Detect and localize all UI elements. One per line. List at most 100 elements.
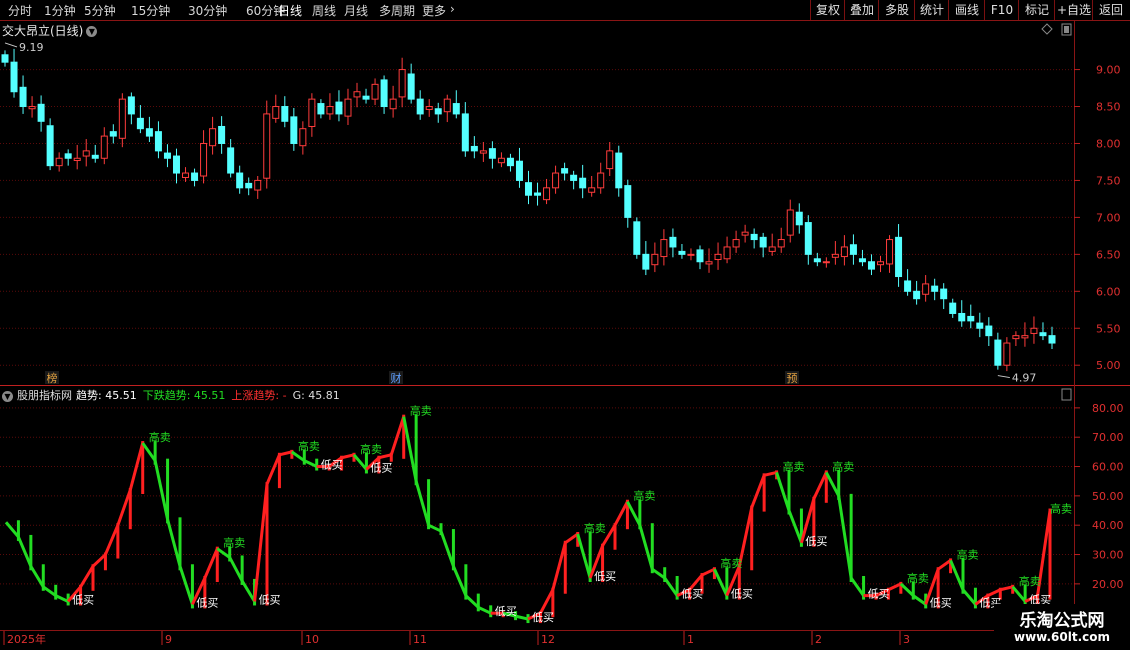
candle-body[interactable]	[858, 258, 866, 263]
candle-body[interactable]	[976, 322, 984, 329]
candle-body[interactable]	[525, 182, 532, 196]
candle-body[interactable]	[867, 261, 875, 270]
candle-body[interactable]	[344, 98, 352, 117]
candle-body[interactable]	[281, 106, 289, 122]
candle-body[interactable]	[380, 79, 388, 108]
candle-body[interactable]	[425, 106, 433, 110]
candle-body[interactable]	[172, 155, 180, 174]
candle-body[interactable]	[191, 172, 199, 181]
candle-body[interactable]	[579, 177, 587, 189]
candle-body[interactable]	[967, 315, 975, 322]
candle-body[interactable]	[73, 157, 81, 161]
candle-body[interactable]	[813, 258, 821, 263]
candle-body[interactable]	[118, 98, 126, 139]
candle-body[interactable]	[831, 253, 839, 258]
candle-body[interactable]	[570, 174, 578, 181]
candle-body[interactable]	[1048, 335, 1056, 344]
candle-body[interactable]	[163, 152, 171, 159]
candle-body[interactable]	[506, 157, 514, 167]
candle-body[interactable]	[263, 113, 271, 179]
stock-chart[interactable]: 9.00 8.50 8.00 7.50 7.00 6.50 6.00 5.50 5.00 9.19…	[0, 0, 1130, 650]
candle-body[interactable]	[497, 157, 505, 164]
candle-body[interactable]	[416, 98, 424, 115]
candle-body[interactable]	[534, 192, 542, 196]
candle-body[interactable]	[335, 101, 343, 115]
candle-body[interactable]	[209, 128, 217, 147]
candle-body[interactable]	[479, 150, 487, 154]
candle-body[interactable]	[804, 222, 812, 255]
candle-body[interactable]	[606, 150, 614, 170]
candle-body[interactable]	[434, 108, 442, 115]
candle-body[interactable]	[200, 142, 208, 177]
candle-body[interactable]	[488, 148, 496, 159]
candle-body[interactable]	[254, 179, 262, 191]
candle-body[interactable]	[362, 95, 370, 100]
candle-body[interactable]	[696, 249, 704, 263]
candle-body[interactable]	[452, 103, 460, 115]
diamond-icon[interactable]	[1041, 23, 1053, 35]
candle-body[interactable]	[46, 125, 54, 167]
candle-body[interactable]	[985, 325, 993, 337]
candle-body[interactable]	[543, 187, 551, 201]
candle-body[interactable]	[633, 221, 641, 255]
candle-body[interactable]	[561, 168, 569, 174]
candle-body[interactable]	[931, 285, 939, 292]
candle-body[interactable]	[958, 312, 966, 322]
candle-body[interactable]	[1003, 342, 1011, 366]
candle-body[interactable]	[1, 54, 9, 63]
candle-body[interactable]	[886, 239, 894, 265]
candle-body[interactable]	[91, 154, 99, 159]
candle-body[interactable]	[515, 160, 523, 181]
candle-body[interactable]	[840, 246, 848, 258]
candle-body[interactable]	[37, 103, 45, 122]
candle-body[interactable]	[1021, 335, 1029, 339]
candle-body[interactable]	[245, 182, 253, 189]
candle-body[interactable]	[236, 172, 244, 189]
candle-body[interactable]	[389, 98, 397, 110]
candle-body[interactable]	[326, 106, 334, 115]
candle-body[interactable]	[822, 261, 830, 264]
candle-body[interactable]	[82, 150, 90, 157]
candle-body[interactable]	[877, 261, 885, 266]
candle-body[interactable]	[64, 153, 72, 159]
candle-body[interactable]	[732, 239, 740, 248]
candle-body[interactable]	[651, 253, 659, 266]
candle-body[interactable]	[1012, 335, 1020, 340]
candle-body[interactable]	[28, 106, 36, 110]
candle-body[interactable]	[353, 91, 361, 98]
candle-body[interactable]	[660, 239, 668, 258]
candle-body[interactable]	[624, 185, 632, 218]
candle-body[interactable]	[849, 244, 857, 255]
candle-body[interactable]	[272, 106, 280, 119]
candle-body[interactable]	[913, 290, 921, 300]
candle-body[interactable]	[299, 128, 307, 147]
candle-body[interactable]	[154, 131, 162, 152]
candle-body[interactable]	[19, 86, 27, 108]
candle-body[interactable]	[759, 236, 767, 248]
candle-body[interactable]	[127, 96, 135, 115]
candle-body[interactable]	[615, 152, 623, 189]
candle-body[interactable]	[768, 246, 776, 252]
candle-body[interactable]	[552, 172, 560, 189]
candle-body[interactable]	[182, 172, 190, 178]
candle-body[interactable]	[218, 125, 226, 144]
candle-body[interactable]	[227, 147, 235, 174]
candle-body[interactable]	[642, 253, 650, 270]
candle-body[interactable]	[1039, 332, 1047, 337]
candle-body[interactable]	[371, 83, 379, 100]
candle-body[interactable]	[10, 61, 18, 93]
candle-body[interactable]	[669, 236, 677, 248]
candle-body[interactable]	[145, 128, 153, 137]
candle-body[interactable]	[904, 280, 912, 292]
candle-body[interactable]	[714, 253, 722, 261]
candle-body[interactable]	[994, 339, 1002, 366]
candle-body[interactable]	[597, 172, 605, 189]
candle-body[interactable]	[795, 211, 803, 226]
candle-body[interactable]	[678, 250, 686, 255]
candle-body[interactable]	[470, 145, 478, 152]
candle-body[interactable]	[398, 69, 406, 98]
candle-body[interactable]	[290, 116, 298, 144]
candle-body[interactable]	[922, 283, 930, 295]
candle-body[interactable]	[741, 231, 749, 236]
candle-body[interactable]	[895, 236, 903, 278]
